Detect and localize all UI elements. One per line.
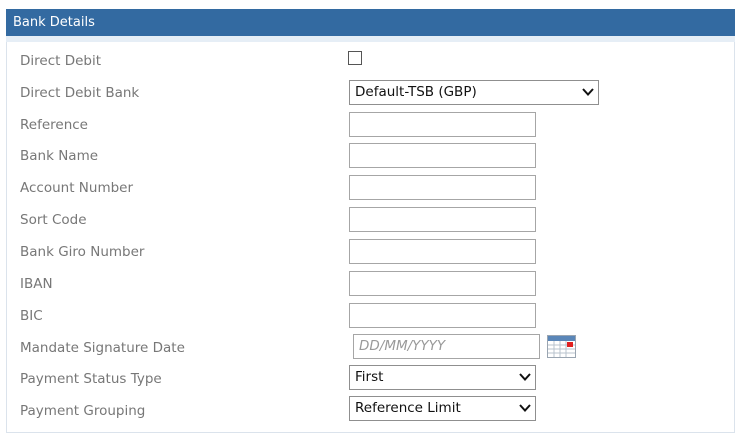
sort-code-input[interactable]: [349, 207, 536, 232]
bank-name-input[interactable]: [349, 143, 536, 168]
payment-status-type-select[interactable]: First: [349, 365, 536, 390]
account-number-label: Account Number: [20, 180, 134, 196]
calendar-icon[interactable]: [547, 335, 576, 358]
payment-status-type-label: Payment Status Type: [20, 371, 162, 387]
reference-label: Reference: [20, 117, 88, 133]
chevron-down-icon: [582, 88, 594, 96]
direct-debit-bank-select[interactable]: Default-TSB (GBP): [349, 80, 599, 105]
sort-code-label: Sort Code: [20, 212, 87, 228]
mandate-signature-date-label: Mandate Signature Date: [20, 340, 185, 356]
bic-label: BIC: [20, 308, 43, 324]
bank-details-panel: Bank Details Direct Debit Direct Debit B…: [6, 9, 735, 433]
iban-input[interactable]: [349, 271, 536, 296]
panel-title: Bank Details: [13, 15, 95, 30]
direct-debit-bank-value: Default-TSB (GBP): [355, 84, 477, 100]
direct-debit-bank-label: Direct Debit Bank: [20, 85, 140, 101]
account-number-input[interactable]: [349, 175, 536, 200]
reference-input[interactable]: [349, 112, 536, 137]
iban-label: IBAN: [20, 276, 53, 292]
payment-grouping-label: Payment Grouping: [20, 403, 146, 419]
bank-name-label: Bank Name: [20, 148, 99, 164]
mandate-signature-date-input[interactable]: DD/MM/YYYY: [353, 334, 540, 359]
payment-status-type-value: First: [355, 369, 384, 385]
chevron-down-icon: [519, 373, 531, 381]
direct-debit-label: Direct Debit: [20, 53, 102, 69]
chevron-down-icon: [519, 404, 531, 412]
bic-input[interactable]: [349, 303, 536, 328]
direct-debit-checkbox[interactable]: [348, 51, 362, 65]
payment-grouping-value: Reference Limit: [355, 400, 461, 416]
payment-grouping-select[interactable]: Reference Limit: [349, 396, 536, 421]
panel-header: Bank Details: [6, 9, 735, 36]
bank-giro-number-input[interactable]: [349, 239, 536, 264]
bank-giro-number-label: Bank Giro Number: [20, 244, 145, 260]
